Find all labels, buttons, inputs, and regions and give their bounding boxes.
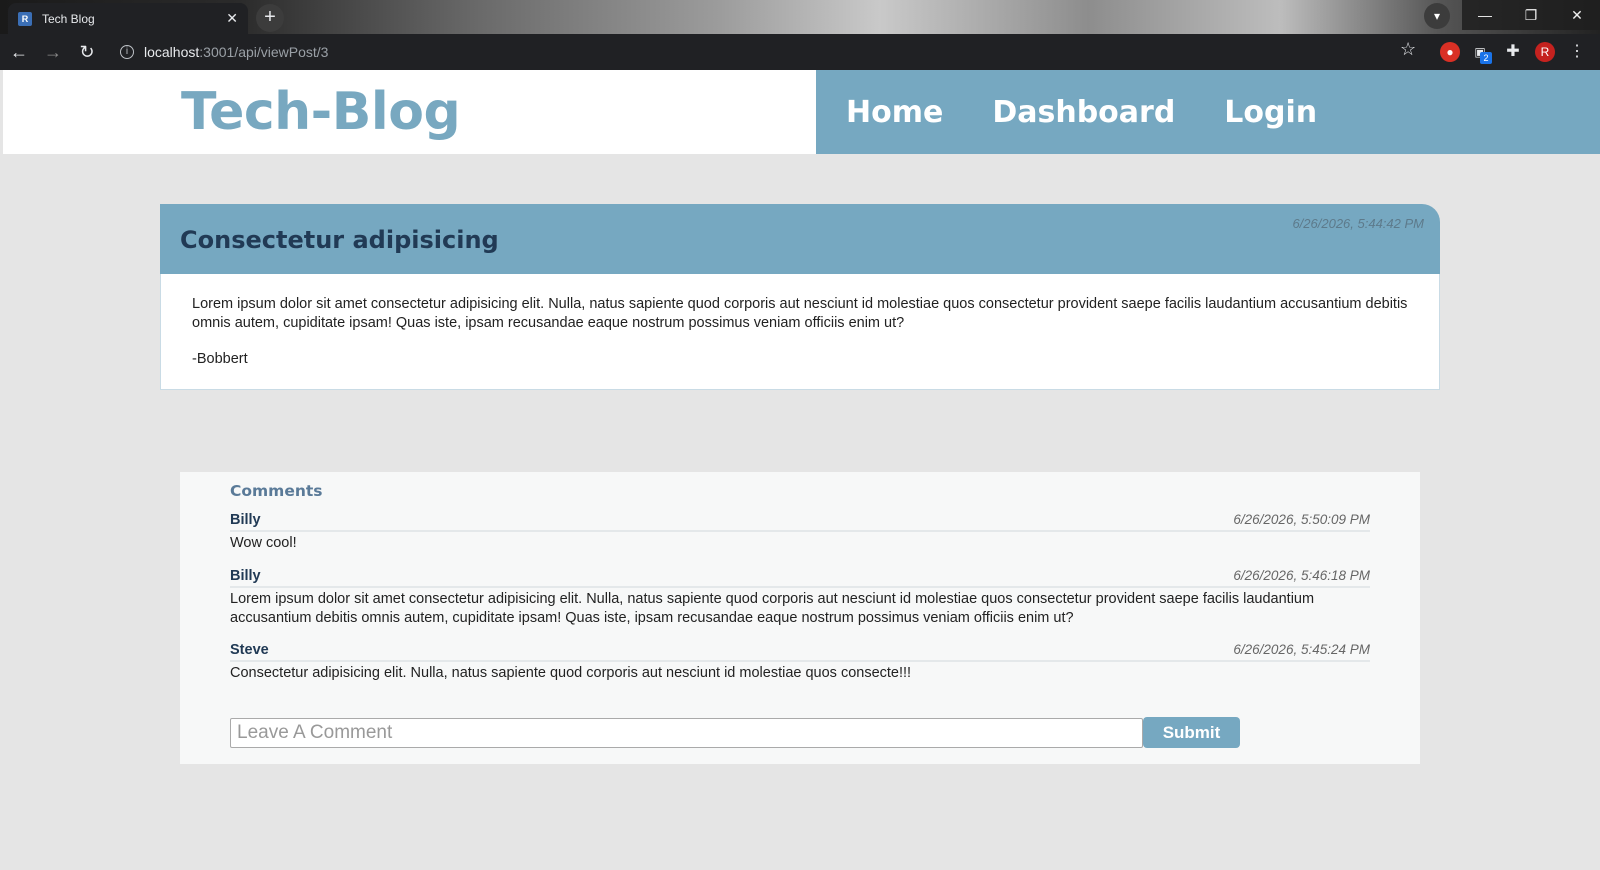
comment-date: 6/26/2026, 5:50:09 PM: [1233, 512, 1370, 527]
submit-comment-button[interactable]: Submit: [1143, 717, 1240, 748]
comment-text: Lorem ipsum dolor sit amet consectetur a…: [230, 591, 1315, 626]
comment-header: Billy 6/26/2026, 5:46:18 PM: [230, 566, 1370, 588]
post-date: 6/26/2026, 5:44:42 PM: [1292, 216, 1424, 231]
close-window-icon[interactable]: ✕: [1554, 0, 1600, 30]
url-host: localhost: [144, 44, 200, 60]
tab-title: Tech Blog: [42, 11, 95, 26]
comment-text: Wow cool!: [230, 535, 297, 551]
site-info-icon[interactable]: i: [120, 45, 134, 59]
page-viewport: Tech-Blog Home Dashboard Login Consectet…: [0, 70, 1600, 870]
restore-icon[interactable]: ❐: [1508, 0, 1554, 30]
comment-item: Steve 6/26/2026, 5:45:24 PM Consectetur …: [230, 640, 1370, 683]
comment-header: Steve 6/26/2026, 5:45:24 PM: [230, 640, 1370, 662]
post-header: Consectetur adipisicing 6/26/2026, 5:44:…: [160, 204, 1440, 274]
site-brand[interactable]: Tech-Blog: [181, 82, 461, 142]
nav-home[interactable]: Home: [846, 95, 943, 130]
comment-date: 6/26/2026, 5:45:24 PM: [1233, 642, 1370, 657]
nav-dashboard[interactable]: Dashboard: [992, 95, 1175, 130]
comment-input[interactable]: [230, 718, 1143, 748]
post-title: Consectetur adipisicing: [180, 226, 499, 254]
comment-text: Consectetur adipisicing elit. Nulla, nat…: [230, 665, 912, 681]
close-tab-icon[interactable]: ✕: [226, 10, 238, 27]
tab-search-icon[interactable]: ▾: [1424, 3, 1450, 29]
post-content: Lorem ipsum dolor sit amet consectetur a…: [192, 296, 1408, 331]
post-card: Consectetur adipisicing 6/26/2026, 5:44:…: [160, 204, 1440, 390]
comments-section: Comments Billy 6/26/2026, 5:50:09 PM Wow…: [180, 472, 1420, 764]
address-bar[interactable]: i localhost:3001/api/viewPost/3: [110, 37, 1410, 67]
comment-date: 6/26/2026, 5:46:18 PM: [1233, 568, 1370, 583]
site-favicon-icon: R: [18, 11, 32, 26]
main-nav: Home Dashboard Login: [816, 70, 1600, 154]
reload-icon[interactable]: ↻: [72, 37, 102, 67]
nav-login[interactable]: Login: [1224, 95, 1317, 130]
profile-avatar[interactable]: R: [1535, 42, 1555, 62]
comment-user: Billy: [230, 512, 261, 528]
brand-area: Tech-Blog: [3, 70, 816, 154]
minimize-icon[interactable]: —: [1462, 0, 1508, 30]
comment-user: Steve: [230, 642, 269, 658]
browser-menu-icon[interactable]: ⋮: [1567, 42, 1587, 62]
comment-header: Billy 6/26/2026, 5:50:09 PM: [230, 510, 1370, 532]
extension-badge: 2: [1480, 52, 1492, 64]
comment-item: Billy 6/26/2026, 5:46:18 PM Lorem ipsum …: [230, 566, 1370, 628]
new-tab-button[interactable]: +: [256, 4, 284, 32]
site-header: Tech-Blog Home Dashboard Login: [3, 70, 1600, 154]
forward-icon[interactable]: →: [38, 37, 68, 67]
post-body: Lorem ipsum dolor sit amet consectetur a…: [160, 274, 1440, 390]
bookmark-star-icon[interactable]: ☆: [1400, 39, 1416, 60]
post-author: -Bobbert: [192, 351, 248, 367]
url-path: :3001/api/viewPost/3: [199, 44, 329, 60]
browser-tab-bar: R Tech Blog ✕ + ▾ — ❐ ✕: [0, 0, 1600, 34]
extension-shield-icon[interactable]: ●: [1440, 42, 1460, 62]
browser-tab[interactable]: R Tech Blog ✕: [8, 3, 248, 34]
extension-pdf-icon[interactable]: ▣2: [1470, 42, 1492, 64]
browser-toolbar: ← → ↻ i localhost:3001/api/viewPost/3 ☆ …: [0, 34, 1600, 70]
extensions-puzzle-icon[interactable]: ✚: [1503, 42, 1523, 62]
back-icon[interactable]: ←: [4, 37, 34, 67]
window-controls: ▾ — ❐ ✕: [1424, 0, 1600, 30]
comments-heading: Comments: [230, 482, 323, 500]
comment-user: Billy: [230, 568, 261, 584]
comment-item: Billy 6/26/2026, 5:50:09 PM Wow cool!: [230, 510, 1370, 553]
